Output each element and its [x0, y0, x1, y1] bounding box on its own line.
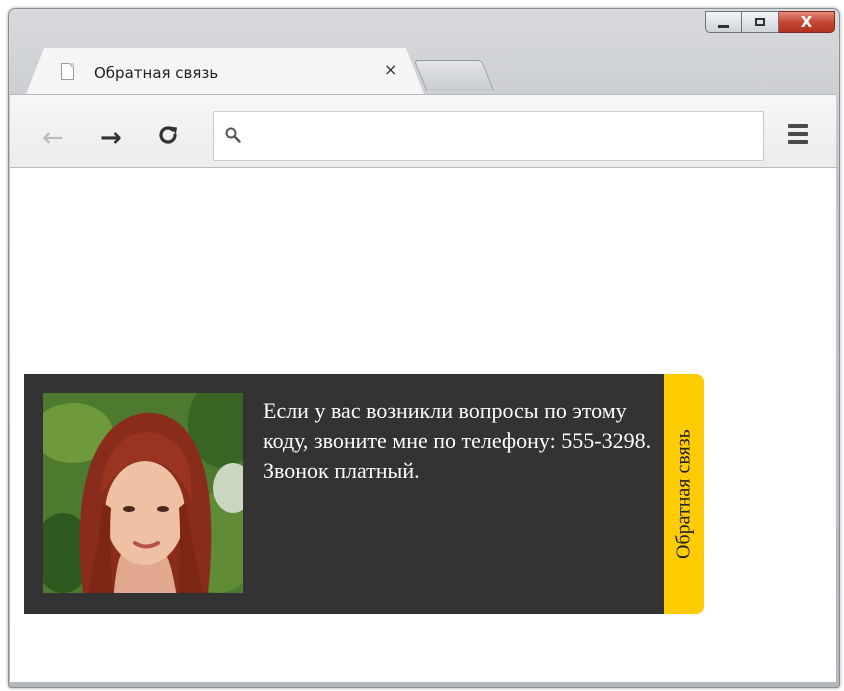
address-input[interactable]	[254, 122, 748, 152]
feedback-tab-label: Обратная связь	[672, 429, 695, 559]
address-bar[interactable]	[213, 111, 764, 161]
minimize-button[interactable]	[705, 11, 742, 33]
forward-arrow-icon[interactable]: →	[100, 125, 122, 151]
maximize-icon	[755, 18, 765, 26]
new-tab-button[interactable]	[413, 60, 495, 91]
browser-tab[interactable]	[26, 48, 424, 94]
tab-close-icon[interactable]: ×	[384, 62, 397, 78]
reload-icon[interactable]	[156, 123, 180, 152]
maximize-button[interactable]	[742, 11, 779, 33]
close-window-button[interactable]: X	[779, 11, 835, 33]
window-controls: X	[705, 11, 835, 33]
document-icon	[61, 63, 74, 80]
feedback-tab[interactable]: Обратная связь	[664, 374, 704, 614]
avatar-photo	[43, 393, 243, 593]
feedback-message: Если у вас возникли вопросы по этому код…	[263, 398, 652, 483]
back-arrow-icon[interactable]: ←	[42, 125, 64, 151]
tab-title: Обратная связь	[94, 64, 219, 82]
search-icon	[225, 127, 241, 143]
minimize-icon	[718, 24, 729, 28]
menu-icon[interactable]	[788, 124, 808, 146]
close-icon: X	[800, 12, 813, 31]
